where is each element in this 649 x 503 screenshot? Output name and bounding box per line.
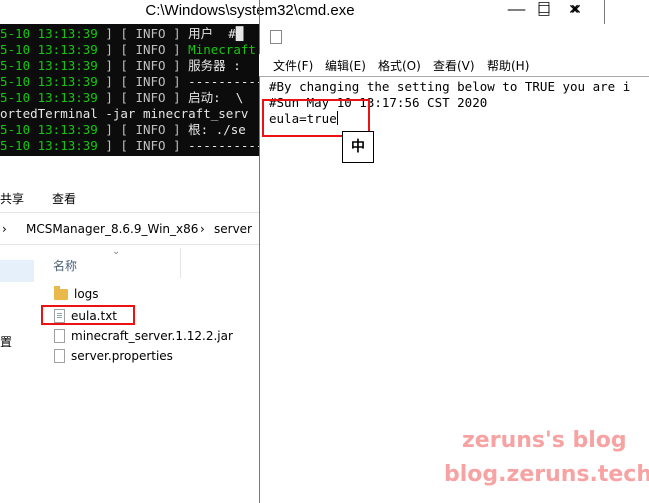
watermark-title: zeruns's blog [462, 428, 627, 453]
breadcrumb-separator: › [2, 222, 7, 236]
menu-item-help[interactable]: 帮助(H) [487, 57, 529, 74]
menu-item-file[interactable]: 文件(F) [273, 57, 313, 74]
console-line: 5-10 13:13:39 ] [ INFO ] 根: ./se [0, 122, 246, 137]
notepad-maximize-button[interactable]: □ [530, 0, 558, 17]
nav-pane-selected-item[interactable] [0, 260, 34, 282]
list-item-logs[interactable]: logs [54, 284, 99, 304]
file-name: server.properties [71, 349, 173, 363]
file-name: logs [74, 287, 99, 301]
eula-file-highlight [41, 305, 135, 325]
menu-item-format[interactable]: 格式(O) [378, 57, 421, 74]
folder-icon [54, 285, 68, 300]
ribbon-tab-view[interactable]: 查看 [52, 190, 76, 207]
console-line: 5-10 13:13:39 ] [ INFO ] Minecraft Serve [0, 42, 256, 57]
console-line: 5-10 13:13:39 ] [ INFO ] 启动: \ [0, 90, 244, 105]
console-line: 5-10 13:13:39 ] [ INFO ] 服务器 : [0, 58, 241, 73]
breadcrumb-item-server[interactable]: server [214, 222, 252, 236]
list-item-minecraft-jar[interactable]: minecraft_server.1.12.2.jar [54, 326, 233, 346]
console-line: 5-10 13:13:39 ] [ INFO ] ---------- [0, 138, 260, 153]
ribbon-tab-share[interactable]: 共享 [0, 190, 24, 207]
console-line: 5-10 13:13:39 ] [ INFO ] 用户 #█ [0, 26, 244, 41]
file-icon [54, 349, 65, 363]
notepad-menu-bar: 文件(F) 编辑(E) 格式(O) 查看(V) 帮助(H) [259, 54, 649, 76]
cmd-console[interactable]: 5-10 13:13:39 ] [ INFO ] 用户 #█ 5-10 13:1… [0, 24, 260, 156]
notepad-minimize-button[interactable]: — [505, 0, 533, 20]
column-header-name[interactable]: 名称 [44, 254, 260, 274]
console-line: 5-10 13:13:39 ] [ INFO ] ---------- [0, 74, 260, 89]
console-line: ortedTerminal -jar minecraft_serv [0, 106, 249, 121]
address-bar[interactable]: › MCSManager_8.6.9_Win_x86 › server [0, 214, 260, 245]
close-icon: ✕ [570, 2, 582, 18]
notepad-title-bar[interactable] [259, 24, 649, 54]
cmd-window-title: C:\Windows\system32\cmd.exe [145, 2, 355, 19]
notepad-close-button[interactable]: ✕ [562, 0, 590, 20]
menu-item-edit[interactable]: 编辑(E) [325, 57, 366, 74]
window-divider [604, 0, 605, 24]
list-item-server-properties[interactable]: server.properties [54, 346, 173, 366]
file-icon [54, 329, 65, 343]
sort-chevron-icon: ⌄ [112, 246, 121, 257]
watermark-url: blog.zeruns.tech [444, 462, 649, 487]
ime-indicator[interactable]: 中 [342, 131, 374, 163]
maximize-icon: □ [537, 0, 551, 15]
minimize-icon: — [512, 2, 526, 18]
breadcrumb-item-mcsmanager[interactable]: MCSManager_8.6.9_Win_x86 [26, 222, 198, 236]
notepad-icon [270, 30, 282, 44]
explorer-ribbon: 共享 查看 [0, 184, 260, 213]
menu-item-view[interactable]: 查看(V) [433, 57, 475, 74]
nav-pane-label[interactable]: 置 [0, 333, 12, 350]
file-name: minecraft_server.1.12.2.jar [71, 329, 233, 343]
text-line: #By changing the setting below to TRUE y… [269, 79, 631, 94]
breadcrumb-separator: › [200, 222, 205, 236]
